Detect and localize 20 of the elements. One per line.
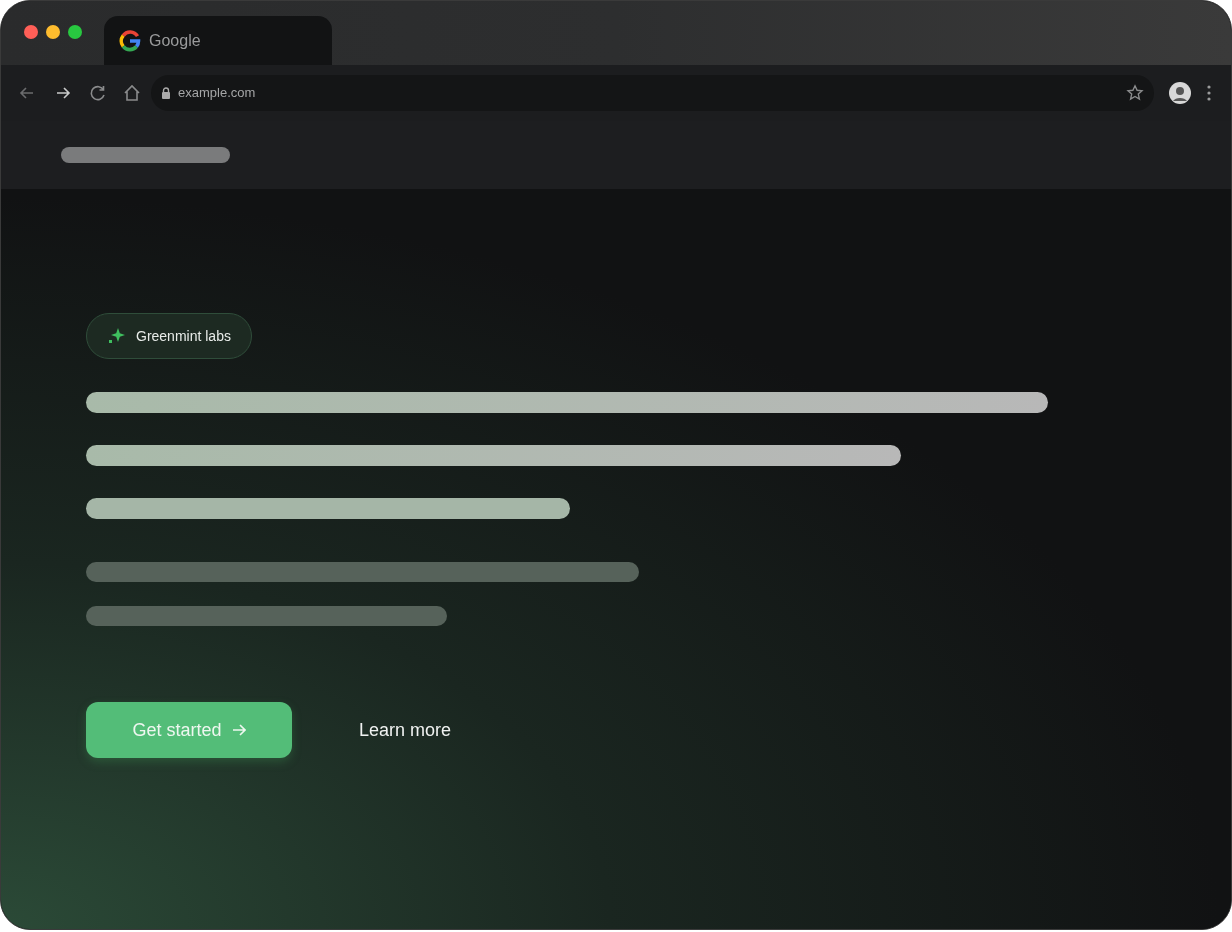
address-bar[interactable]: example.com	[151, 75, 1154, 111]
lock-icon	[161, 87, 171, 99]
profile-avatar-icon[interactable]	[1169, 82, 1191, 104]
google-logo-icon	[119, 29, 141, 52]
tab-title: Google	[149, 30, 201, 51]
forward-icon[interactable]	[55, 85, 71, 101]
browser-tab[interactable]: Google	[104, 16, 332, 65]
url-text: example.com	[178, 84, 257, 103]
sparkle-icon	[107, 326, 127, 346]
badge-label: Greenmint labs	[136, 326, 231, 346]
menu-icon[interactable]	[1207, 85, 1211, 101]
close-window-icon[interactable]	[24, 25, 38, 39]
back-icon[interactable]	[19, 85, 35, 101]
learn-more-link[interactable]: Learn more	[359, 716, 452, 744]
arrow-right-icon	[231, 723, 246, 737]
minimize-window-icon[interactable]	[46, 25, 60, 39]
reload-icon[interactable]	[89, 84, 107, 102]
maximize-window-icon[interactable]	[68, 25, 82, 39]
home-icon[interactable]	[123, 84, 141, 102]
bookmark-star-icon[interactable]	[1126, 84, 1144, 102]
